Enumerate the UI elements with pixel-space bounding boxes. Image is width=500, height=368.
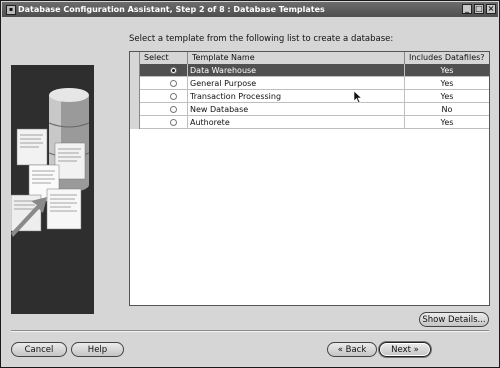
window-menu-icon[interactable]: ▪ <box>6 5 16 15</box>
template-radio[interactable] <box>170 67 177 74</box>
template-radio[interactable] <box>170 93 177 100</box>
select-cell <box>140 64 188 77</box>
template-radio[interactable] <box>170 80 177 87</box>
column-header-select[interactable]: Select <box>140 52 188 64</box>
row-header <box>130 103 140 116</box>
table-row[interactable]: Data Warehouse Yes <box>130 64 489 77</box>
title-bar[interactable]: ▪ Database Configuration Assistant, Step… <box>2 2 498 17</box>
template-name: Authorete <box>188 116 405 129</box>
table-row[interactable]: New Database No <box>130 103 489 116</box>
window-title: Database Configuration Assistant, Step 2… <box>18 5 325 14</box>
includes-datafiles: Yes <box>440 79 454 88</box>
maximize-icon[interactable]: □ <box>474 4 484 14</box>
includes-datafiles: No <box>441 105 453 114</box>
select-cell <box>140 103 188 116</box>
next-label: Next <box>391 345 411 355</box>
row-header <box>130 77 140 90</box>
template-name: New Database <box>188 103 405 116</box>
table-row[interactable]: General Purpose Yes <box>130 77 489 90</box>
mouse-pointer-icon <box>353 90 363 104</box>
dialog-window: ▪ Database Configuration Assistant, Step… <box>0 0 500 368</box>
row-header <box>130 116 140 129</box>
instruction-text: Select a template from the following lis… <box>129 34 394 44</box>
table-row[interactable]: Transaction Processing Yes <box>130 90 489 103</box>
includes-datafiles: Yes <box>440 92 454 101</box>
help-button[interactable]: Help <box>71 342 124 357</box>
next-button[interactable]: Next » <box>379 342 431 357</box>
back-button[interactable]: « Back <box>327 342 377 357</box>
select-cell <box>140 116 188 129</box>
back-arrow-icon: « <box>337 345 343 355</box>
minimize-icon[interactable]: _ <box>462 4 472 14</box>
close-icon[interactable]: × <box>486 4 496 14</box>
template-name: Data Warehouse <box>188 64 405 77</box>
show-details-button[interactable]: Show Details... <box>419 312 489 327</box>
cancel-button[interactable]: Cancel <box>11 342 67 357</box>
select-cell <box>140 77 188 90</box>
templates-table: Select Template Name Includes Datafiles?… <box>129 51 490 306</box>
separator <box>11 330 489 332</box>
includes-datafiles: Yes <box>440 66 454 75</box>
column-header-template-name[interactable]: Template Name <box>188 52 405 64</box>
template-radio[interactable] <box>170 119 177 126</box>
template-name: General Purpose <box>188 77 405 90</box>
table-row[interactable]: Authorete Yes <box>130 116 489 129</box>
row-header <box>130 90 140 103</box>
template-radio[interactable] <box>170 106 177 113</box>
template-name: Transaction Processing <box>188 90 405 103</box>
header-corner <box>130 52 140 64</box>
database-documents-icon <box>11 65 94 314</box>
back-label: Back <box>345 345 367 355</box>
next-arrow-icon: » <box>413 345 419 355</box>
select-cell <box>140 90 188 103</box>
column-header-includes-datafiles[interactable]: Includes Datafiles? <box>405 52 489 64</box>
includes-datafiles: Yes <box>440 118 454 127</box>
row-header <box>130 64 140 77</box>
database-illustration <box>11 65 94 314</box>
